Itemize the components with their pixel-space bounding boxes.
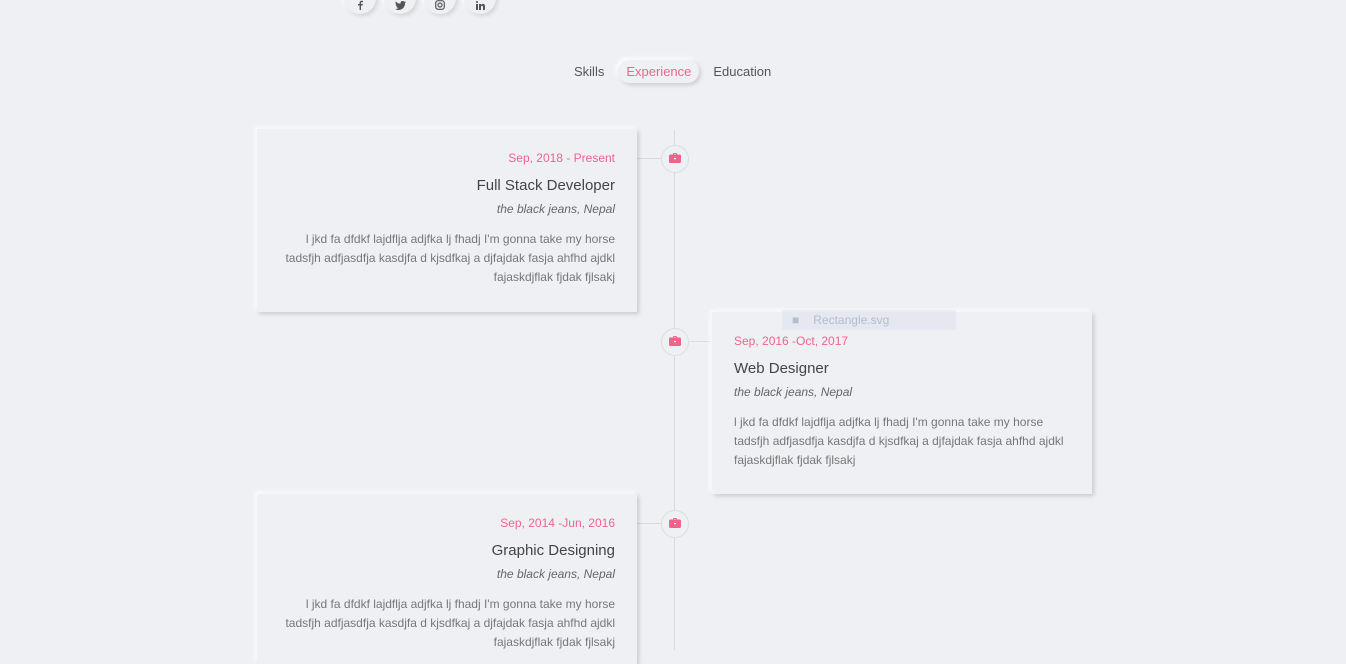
experience-title: Full Stack Developer [476, 177, 615, 194]
experience-card: Sep, 2014 -Jun, 2016 Graphic Designing t… [257, 494, 637, 664]
drag-ghost-label: Rectangle.svg [813, 313, 890, 327]
file-icon: ■ [792, 313, 800, 327]
timeline-connector [637, 158, 661, 159]
experience-card: Sep, 2016 -Oct, 2017 Web Designer the bl… [712, 312, 1092, 494]
social-links [344, 0, 496, 14]
experience-date: Sep, 2016 -Oct, 2017 [734, 334, 849, 348]
experience-title: Graphic Designing [491, 542, 615, 559]
experience-date: Sep, 2018 - Present [508, 151, 615, 165]
experience-company: the black jeans, Nepal [496, 202, 615, 216]
twitter-icon [394, 1, 406, 10]
experience-description: l jkd fa dfdkf lajdflja adjfka lj fhadj … [285, 232, 615, 284]
timeline-connector [689, 341, 712, 342]
experience-card: Sep, 2018 - Present Full Stack Developer… [257, 129, 637, 312]
tab-education[interactable]: Education [705, 60, 779, 83]
briefcase-icon [669, 150, 681, 168]
experience-company: the black jeans, Nepal [496, 567, 615, 581]
experience-description: l jkd fa dfdkf lajdflja adjfka lj fhadj … [734, 415, 1064, 467]
tab-experience[interactable]: Experience [618, 60, 699, 83]
tab-skills[interactable]: Skills [566, 60, 612, 83]
timeline-node [661, 145, 689, 173]
experience-company: the black jeans, Nepal [734, 385, 853, 399]
timeline-node [661, 328, 689, 356]
instagram-icon [435, 0, 445, 10]
facebook-icon [356, 0, 364, 10]
facebook-button[interactable] [344, 0, 376, 14]
linkedin-icon [475, 1, 485, 10]
section-tabs: Skills Experience Education [566, 60, 779, 83]
timeline-line [674, 130, 675, 650]
experience-date: Sep, 2014 -Jun, 2016 [500, 516, 615, 530]
twitter-button[interactable] [384, 0, 416, 14]
briefcase-icon [669, 333, 681, 351]
linkedin-button[interactable] [464, 0, 496, 14]
instagram-button[interactable] [424, 0, 456, 14]
timeline-connector [637, 523, 661, 524]
timeline-node [661, 510, 689, 538]
drag-ghost-overlay: ■ Rectangle.svg [782, 310, 956, 330]
experience-title: Web Designer [734, 360, 829, 377]
experience-description: l jkd fa dfdkf lajdflja adjfka lj fhadj … [285, 597, 615, 649]
briefcase-icon [669, 515, 681, 533]
